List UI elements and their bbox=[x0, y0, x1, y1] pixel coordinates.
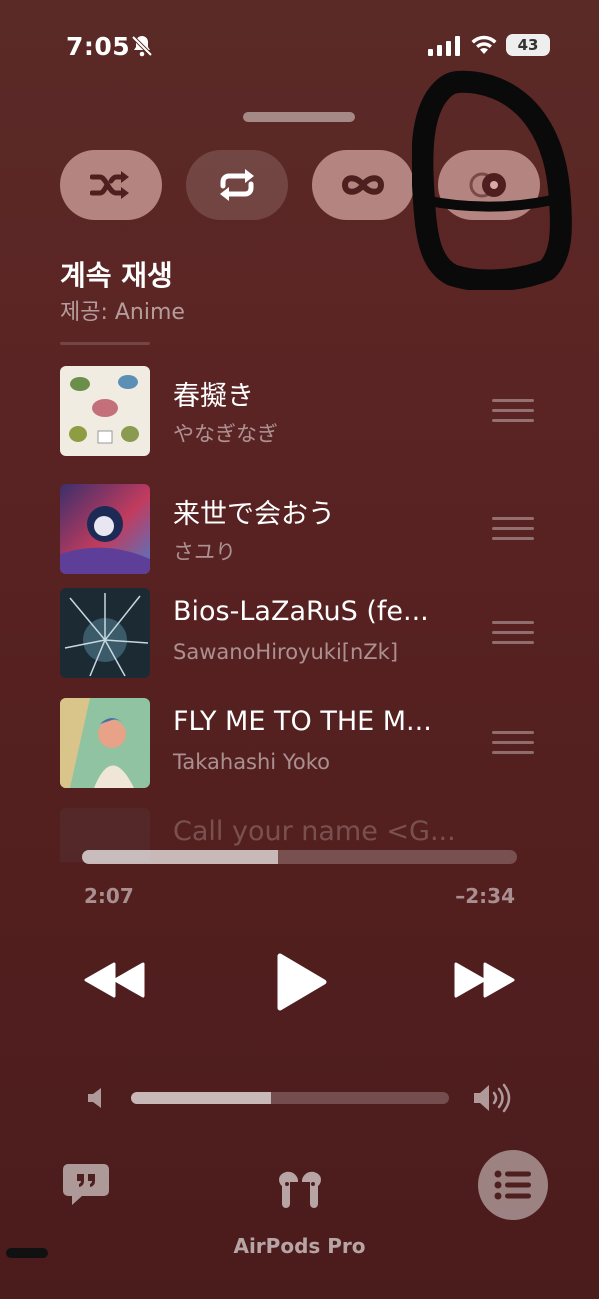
airplay-device-button[interactable] bbox=[270, 1164, 330, 1218]
track-artist: やなぎなぎ bbox=[173, 422, 278, 446]
volume-control bbox=[0, 1080, 599, 1120]
volume-fill bbox=[131, 1092, 271, 1104]
cellular-signal-icon bbox=[428, 36, 460, 60]
fast-forward-icon bbox=[454, 962, 515, 998]
speaker-low-icon bbox=[86, 1086, 106, 1114]
rewind-icon bbox=[84, 962, 145, 998]
up-next-list[interactable]: 春擬き やなぎなぎ 来世で会おう さユり Bios-LaZaRuS (fe...… bbox=[0, 342, 599, 862]
play-icon bbox=[277, 953, 327, 1011]
battery-percent: 43 bbox=[517, 36, 539, 54]
remaining-time: –2:34 bbox=[455, 884, 515, 908]
shuffle-button[interactable] bbox=[60, 150, 162, 220]
section-title: 계속 재생 bbox=[60, 259, 173, 292]
track-title: FLY ME TO THE M... bbox=[173, 706, 432, 737]
album-art bbox=[60, 588, 150, 678]
lyrics-button[interactable] bbox=[62, 1162, 110, 1210]
transport-controls bbox=[0, 950, 599, 1020]
list-item[interactable]: Bios-LaZaRuS (fe... SawanoHiroyuki[nZk] bbox=[0, 588, 599, 680]
sheet-grabber[interactable] bbox=[243, 112, 355, 122]
album-art bbox=[60, 484, 150, 574]
autoplay-icon bbox=[469, 172, 506, 198]
list-icon bbox=[494, 1170, 531, 1200]
repeat-icon bbox=[220, 169, 254, 201]
queue-button[interactable] bbox=[478, 1150, 548, 1220]
playback-scrubber[interactable] bbox=[82, 850, 517, 864]
fast-forward-button[interactable] bbox=[453, 960, 515, 1004]
reorder-handle-icon[interactable] bbox=[492, 621, 534, 645]
volume-slider[interactable] bbox=[131, 1092, 449, 1104]
infinity-icon bbox=[341, 175, 385, 195]
album-art bbox=[60, 698, 150, 788]
repeat-button[interactable] bbox=[186, 150, 288, 220]
track-title: Call your name <G... bbox=[173, 816, 456, 847]
track-title: 春擬き bbox=[173, 381, 254, 412]
lyrics-quote-icon bbox=[63, 1164, 109, 1205]
speaker-high-icon bbox=[472, 1082, 512, 1118]
airpods-pro-icon bbox=[279, 1171, 321, 1208]
section-subtitle: 제공: Anime bbox=[60, 300, 185, 325]
status-time: 7:05 bbox=[66, 32, 131, 61]
track-artist: さユり bbox=[173, 540, 236, 564]
wifi-icon bbox=[470, 34, 498, 60]
rewind-button[interactable] bbox=[84, 960, 146, 1004]
airplay-device-label: AirPods Pro bbox=[233, 1234, 366, 1258]
elapsed-time: 2:07 bbox=[84, 884, 134, 908]
list-item[interactable]: FLY ME TO THE M... Takahashi Yoko bbox=[0, 698, 599, 790]
playback-mode-controls bbox=[60, 150, 540, 220]
album-art bbox=[60, 366, 150, 456]
list-edge bbox=[60, 342, 150, 345]
shuffle-icon bbox=[90, 171, 129, 199]
battery-indicator: 43 bbox=[506, 34, 550, 56]
infinity-button[interactable] bbox=[312, 150, 414, 220]
reorder-handle-icon[interactable] bbox=[492, 517, 534, 541]
bottom-toolbar: AirPods Pro bbox=[0, 1150, 599, 1270]
track-title: Bios-LaZaRuS (fe... bbox=[173, 596, 429, 627]
reorder-handle-icon[interactable] bbox=[492, 731, 534, 755]
list-item[interactable]: 来世で会おう さユり bbox=[0, 484, 599, 576]
play-button[interactable] bbox=[272, 952, 330, 1016]
scrubber-fill bbox=[82, 850, 278, 864]
list-item[interactable]: 春擬き やなぎなぎ bbox=[0, 366, 599, 458]
silent-bell-icon bbox=[130, 34, 154, 62]
status-bar: 7:05 43 bbox=[0, 28, 599, 68]
ink-smudge bbox=[6, 1248, 48, 1258]
reorder-handle-icon[interactable] bbox=[492, 399, 534, 423]
track-title: 来世で会おう bbox=[173, 499, 335, 530]
autoplay-button[interactable] bbox=[438, 150, 540, 220]
track-artist: SawanoHiroyuki[nZk] bbox=[173, 640, 399, 664]
track-artist: Takahashi Yoko bbox=[173, 750, 330, 774]
